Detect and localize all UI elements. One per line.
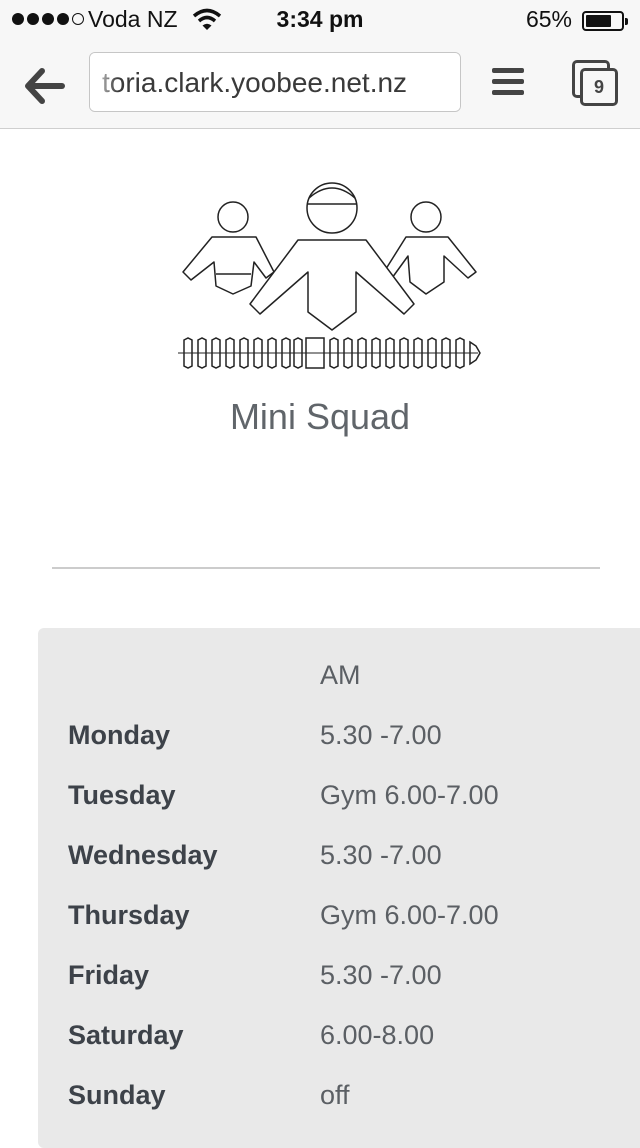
browser-toolbar: toria.clark.yoobee.net.nz 9: [0, 42, 640, 129]
url-text: toria.clark.yoobee.net.nz: [102, 67, 408, 98]
tabs-icon[interactable]: 9: [572, 60, 618, 106]
table-row: Monday 5.30 -7.00: [38, 720, 640, 780]
time-value: off: [320, 1080, 350, 1110]
day-label: Wednesday: [68, 840, 218, 870]
back-arrow-icon[interactable]: [22, 66, 66, 106]
schedule-table: AM Monday 5.30 -7.00 Tuesday Gym 6.00-7.…: [38, 628, 640, 1148]
time-value: 6.00-8.00: [320, 1020, 435, 1050]
table-row: Tuesday Gym 6.00-7.00: [38, 780, 640, 840]
battery-percentage: 65%: [525, 6, 572, 32]
day-label: Thursday: [68, 900, 190, 930]
tab-count: 9: [580, 68, 618, 106]
table-row: Saturday 6.00-8.00: [38, 1020, 640, 1080]
swimmers-lane-rope-icon: [178, 182, 481, 369]
time-value: 5.30 -7.00: [320, 960, 442, 990]
day-label: Sunday: [68, 1080, 166, 1110]
day-label: Friday: [68, 960, 150, 990]
column-header-am: AM: [320, 660, 361, 690]
time-value: 5.30 -7.00: [320, 840, 442, 870]
address-bar[interactable]: toria.clark.yoobee.net.nz: [89, 52, 461, 112]
time-value: 5.30 -7.00: [320, 720, 442, 750]
menu-icon[interactable]: [492, 68, 524, 102]
day-label: Monday: [68, 720, 171, 750]
time-value: Gym 6.00-7.00: [320, 780, 499, 810]
page-title: Mini Squad: [229, 396, 411, 437]
table-row: Friday 5.30 -7.00: [38, 960, 640, 1020]
time-value: Gym 6.00-7.00: [320, 900, 499, 930]
table-row: Wednesday 5.30 -7.00: [38, 840, 640, 900]
day-label: Tuesday: [68, 780, 176, 810]
status-bar: Voda NZ 3:34 pm 65%: [0, 0, 640, 42]
table-row: Thursday Gym 6.00-7.00: [38, 900, 640, 960]
divider: [52, 567, 600, 569]
battery-icon: [582, 11, 628, 31]
table-row: Sunday off: [38, 1080, 640, 1140]
day-label: Saturday: [68, 1020, 184, 1050]
